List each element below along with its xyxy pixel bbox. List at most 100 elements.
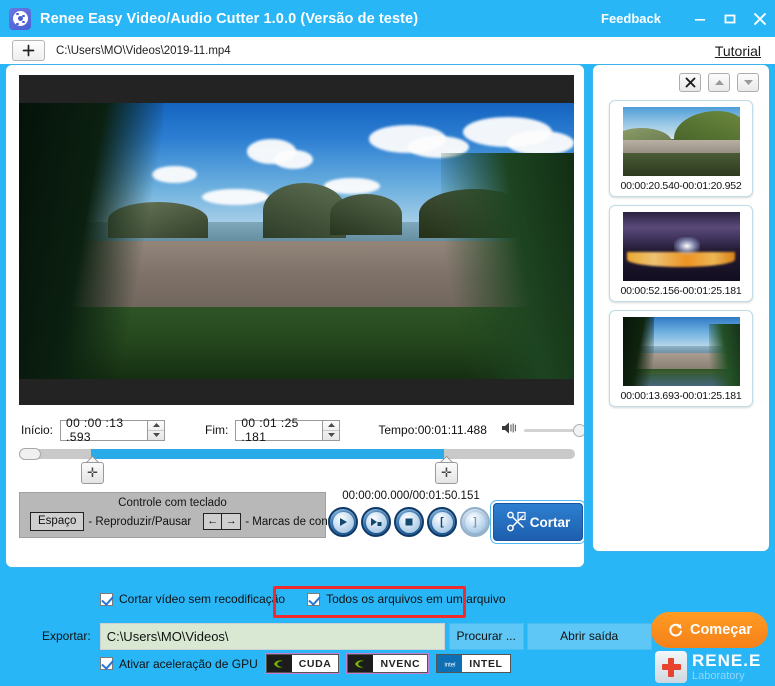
brand-name: RENE.E	[692, 651, 762, 670]
window-title: Renee Easy Video/Audio Cutter 1.0.0 (Ver…	[40, 10, 419, 27]
gpu-badge-nvenc[interactable]: NVENC	[347, 654, 429, 673]
play-icon	[332, 511, 354, 533]
cut-button[interactable]: Cortar	[493, 503, 583, 541]
mark-in-button[interactable]: [	[427, 507, 457, 537]
speaker-icon[interactable]	[501, 421, 518, 440]
keyboard-shortcuts-row: Espaço - Reproduzir/Pausar ← → - Marcas …	[20, 512, 350, 531]
clip-range-label: 00:00:52.156-00:01:25.181	[620, 285, 742, 297]
start-time-up[interactable]	[148, 421, 165, 431]
nvidia-icon	[348, 655, 374, 672]
space-key: Espaço	[30, 512, 85, 531]
tutorial-link[interactable]: Tutorial	[715, 43, 761, 59]
marker-in-icon: ✛	[87, 465, 98, 480]
keyboard-panel-title: Controle com teclado	[118, 497, 227, 509]
options-row: Cortar vídeo sem recodificação Todos os …	[0, 592, 775, 606]
mark-out-button[interactable]: ]	[460, 507, 490, 537]
brand-subtitle: Laboratory	[692, 670, 745, 682]
checkbox-no-reencode-label: Cortar vídeo sem recodificação	[119, 592, 286, 606]
export-label: Exportar:	[42, 629, 91, 643]
open-output-button[interactable]: Abrir saída	[526, 622, 652, 650]
checkbox-single-file-label: Todos os arquivos em um arquivo	[326, 592, 506, 606]
close-icon	[685, 77, 695, 88]
intel-icon: intel	[437, 655, 463, 672]
start-time-down[interactable]	[148, 431, 164, 440]
chevron-up-icon	[714, 80, 724, 85]
start-button[interactable]: Começar	[651, 612, 768, 648]
browse-button[interactable]: Procurar ...	[448, 622, 524, 650]
checkbox-single-file[interactable]	[307, 592, 321, 606]
checkbox-gpu-acceleration[interactable]	[100, 657, 113, 670]
brand-logo: RENE.E Laboratory	[655, 648, 775, 686]
clip-range-label: 00:00:20.540-00:01:20.952	[620, 180, 742, 192]
left-arrow-key: ←	[203, 513, 223, 530]
file-path-text: C:\Users\MO\Videos\2019-11.mp4	[56, 44, 231, 57]
clip-range-label: 00:00:13.693-00:01:25.181	[620, 390, 742, 402]
gpu-badge-intel[interactable]: intel INTEL	[436, 654, 511, 673]
move-clip-down-button[interactable]	[737, 73, 759, 92]
transport-time-display: 00:00:00.000/00:01:50.151	[342, 490, 480, 502]
close-icon[interactable]	[745, 0, 775, 37]
export-path-input[interactable]: C:\Users\MO\Videos\	[99, 622, 445, 650]
end-time-up[interactable]	[323, 421, 340, 431]
list-item[interactable]: 00:00:52.156-00:01:25.181	[609, 205, 753, 302]
gpu-badge-cuda[interactable]: CUDA	[265, 654, 340, 673]
gpu-badge-cuda-label: CUDA	[298, 657, 332, 670]
player-panel: Início: 00 :00 :13 .593 Fim: 00 :01 :25 …	[5, 64, 585, 568]
play-selection-button[interactable]	[361, 507, 391, 537]
list-item[interactable]: 00:00:13.693-00:01:25.181	[609, 310, 753, 407]
checkbox-gpu-label: Ativar aceleração de GPU	[119, 656, 258, 671]
end-time-input[interactable]: 00 :01 :25 .181	[235, 416, 324, 444]
gpu-badge-intel-label: INTEL	[469, 657, 503, 670]
right-arrow-key: →	[222, 513, 242, 530]
start-time-spinners[interactable]	[148, 419, 166, 441]
window-controls: Feedback	[601, 0, 775, 37]
clip-list-panel: 00:00:20.540-00:01:20.952 00:00:52.156-0…	[592, 64, 770, 552]
end-time-spinners[interactable]	[323, 419, 341, 441]
mark-in-icon: [	[431, 511, 453, 533]
start-time-label: Início:	[21, 423, 54, 437]
add-file-button[interactable]	[12, 40, 45, 61]
move-clip-up-button[interactable]	[708, 73, 730, 92]
mark-out-icon: ]	[464, 511, 486, 533]
clip-thumbnail	[622, 107, 740, 176]
space-key-desc: - Reproduzir/Pausar	[88, 515, 192, 528]
svg-text:intel: intel	[444, 662, 455, 668]
start-time-input[interactable]: 00 :00 :13 .593	[60, 416, 149, 444]
stop-button[interactable]	[394, 507, 424, 537]
red-cross-icon	[655, 651, 687, 683]
maximize-icon[interactable]	[715, 0, 745, 37]
timeline-playhead[interactable]	[19, 448, 41, 460]
keyboard-control-panel: Controle com teclado Espaço - Reproduzir…	[19, 492, 350, 538]
time-controls-row: Início: 00 :00 :13 .593 Fim: 00 :01 :25 …	[6, 416, 584, 444]
end-time-stepper[interactable]: 00 :01 :25 .181	[235, 416, 341, 444]
timeline-selection	[91, 449, 444, 459]
clip-thumbnail	[622, 212, 740, 281]
minimize-icon[interactable]	[685, 0, 715, 37]
marker-out-icon: ✛	[441, 465, 452, 480]
play-button[interactable]	[328, 507, 358, 537]
end-time-down[interactable]	[323, 431, 339, 440]
start-button-label: Começar	[689, 622, 753, 638]
timeline-marker-in[interactable]: ✛	[81, 455, 104, 484]
delete-clip-button[interactable]	[679, 73, 701, 92]
clip-list-toolbar	[593, 65, 769, 92]
timeline-slider[interactable]: ✛ ✛	[19, 448, 575, 484]
film-reel-icon	[9, 7, 31, 30]
feedback-link[interactable]: Feedback	[601, 11, 661, 26]
scissors-icon	[506, 511, 526, 532]
list-item[interactable]: 00:00:20.540-00:01:20.952	[609, 100, 753, 197]
nvidia-icon	[266, 655, 292, 672]
chevron-down-icon	[743, 80, 753, 85]
play-selection-icon	[365, 511, 387, 533]
volume-knob[interactable]	[573, 424, 584, 437]
video-preview[interactable]	[19, 75, 574, 405]
volume-slider[interactable]	[523, 423, 584, 437]
transport-controls: [ ]	[328, 507, 490, 537]
stop-icon	[398, 511, 420, 533]
checkbox-no-reencode[interactable]	[100, 592, 113, 606]
app-window: Renee Easy Video/Audio Cutter 1.0.0 (Ver…	[0, 0, 775, 686]
clip-thumbnail	[622, 317, 740, 386]
timeline-marker-out[interactable]: ✛	[435, 455, 458, 484]
start-time-stepper[interactable]: 00 :00 :13 .593	[60, 416, 166, 444]
title-bar: Renee Easy Video/Audio Cutter 1.0.0 (Ver…	[0, 0, 775, 37]
